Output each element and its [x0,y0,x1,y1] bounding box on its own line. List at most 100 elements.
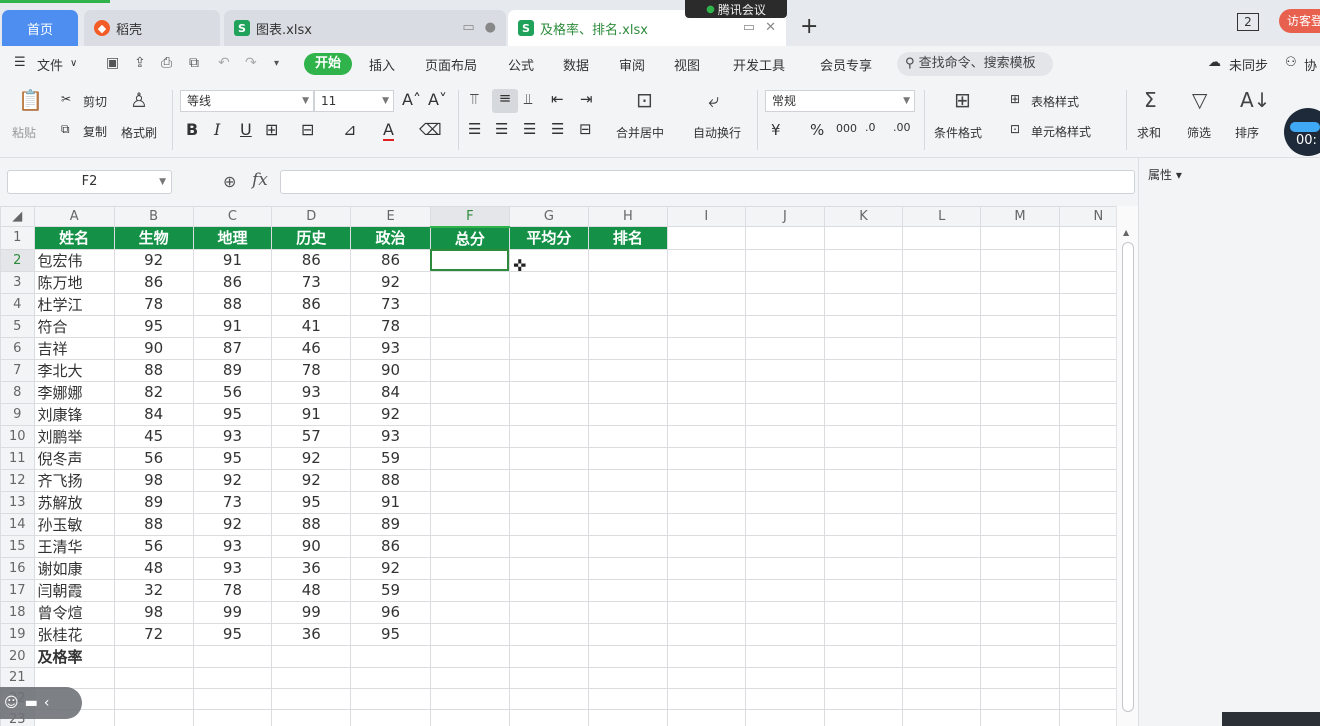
cell[interactable] [508,534,589,558]
table-style-icon[interactable]: ⊞ [1010,92,1020,106]
cell[interactable] [744,248,825,272]
cell[interactable] [823,687,904,710]
cell[interactable]: 91 [271,402,352,426]
cell[interactable]: 86 [271,248,352,272]
cell[interactable] [350,708,431,726]
cell[interactable] [508,644,589,668]
cell[interactable]: 56 [113,446,194,470]
cell[interactable]: 89 [113,490,194,514]
monitor-icon[interactable]: ▭ [462,20,474,35]
tab-start[interactable]: 开始 [304,53,352,75]
cell[interactable]: 56 [192,380,273,404]
cell[interactable]: 48 [271,578,352,602]
cell[interactable]: 李北大 [33,358,115,382]
cell[interactable] [980,708,1060,726]
row-header[interactable]: 13 [0,490,35,514]
cell[interactable] [587,424,668,448]
cell[interactable] [587,534,668,558]
cell[interactable] [902,248,982,272]
cell[interactable]: 96 [350,600,431,624]
export-icon[interactable]: ⇪ [134,55,146,71]
cell[interactable]: 86 [271,292,352,316]
cell[interactable]: 92 [350,556,431,580]
cell[interactable] [823,248,904,272]
cell[interactable]: 78 [350,314,431,338]
cell[interactable]: 41 [271,314,352,338]
cell[interactable] [666,292,746,316]
header-cell[interactable]: 政治 [350,226,431,250]
print-preview-icon[interactable]: ⧉ [189,55,199,71]
cell[interactable] [902,468,982,492]
cell[interactable]: 91 [192,314,273,338]
row-header[interactable]: 14 [0,512,35,536]
properties-label[interactable]: 属性 ▾ [1148,166,1182,183]
tab-data[interactable]: 数据 [563,55,589,74]
cell[interactable] [508,380,589,404]
cell[interactable] [902,666,982,689]
cell[interactable]: 张桂花 [33,622,115,646]
tab-home[interactable]: 首页 [2,10,78,46]
cell[interactable] [902,687,982,710]
cell[interactable] [587,666,668,689]
row-header[interactable]: 1 [0,226,35,250]
cell[interactable] [902,336,982,360]
cell[interactable] [587,336,668,360]
tab-daoke[interactable]: ◆ 稻壳 [84,10,220,46]
filter-icon[interactable]: ▽ [1192,88,1207,112]
cell[interactable] [350,666,431,689]
cell[interactable] [902,578,982,602]
cell[interactable] [980,622,1060,646]
row-header[interactable]: 18 [0,600,35,624]
cell[interactable] [744,402,825,426]
cell[interactable] [902,380,982,404]
format-painter-button[interactable]: 格式刷 [121,124,157,141]
row-header[interactable]: 16 [0,556,35,580]
cell[interactable]: 99 [192,600,273,624]
selected-cell[interactable] [429,248,510,272]
cell[interactable] [666,578,746,602]
font-color-icon[interactable]: A [383,120,394,141]
cell[interactable]: 杜学江 [33,292,115,316]
cell[interactable] [666,512,746,536]
cell[interactable] [902,424,982,448]
cell[interactable] [429,644,510,668]
cell[interactable] [744,226,825,250]
cell[interactable] [508,556,589,580]
cell[interactable] [350,644,431,668]
cell[interactable] [271,708,352,726]
cell[interactable] [744,336,825,360]
decrease-font-icon[interactable]: A˅ [428,90,447,109]
cell[interactable] [980,468,1060,492]
paste-icon[interactable]: 📋 [18,88,43,112]
align-left-icon[interactable]: ☰ [468,120,481,138]
cell[interactable]: 90 [350,358,431,382]
align-center-icon[interactable]: ☰ [495,120,508,138]
cell[interactable]: 闫朝霞 [33,578,115,602]
cell[interactable] [744,490,825,514]
fill-pattern-icon[interactable]: ⊟ [301,120,314,139]
cloud-sync-icon[interactable]: ☁ [1208,55,1221,70]
cell[interactable] [744,270,825,294]
cell[interactable]: 99 [271,600,352,624]
cell[interactable]: 98 [113,600,194,624]
name-box[interactable]: F2 ▼ [7,170,172,194]
cell[interactable]: 86 [350,534,431,558]
col-header[interactable]: L [902,206,982,227]
cell[interactable] [744,687,825,710]
cell[interactable]: 73 [271,270,352,294]
window-count[interactable]: 2 [1237,13,1259,31]
cell[interactable]: 93 [350,424,431,448]
cell[interactable]: 89 [350,512,431,536]
cell[interactable] [587,358,668,382]
row-header[interactable]: 19 [0,622,35,646]
cell[interactable] [429,402,510,426]
cell[interactable] [508,358,589,382]
cell[interactable]: 86 [192,270,273,294]
cell[interactable]: 92 [271,446,352,470]
cell[interactable] [508,687,589,710]
cell-style-button[interactable]: 单元格样式 [1031,123,1091,140]
col-header[interactable]: G [508,206,589,227]
cell[interactable] [902,292,982,316]
cell[interactable] [508,490,589,514]
cell[interactable]: 李娜娜 [33,380,115,404]
